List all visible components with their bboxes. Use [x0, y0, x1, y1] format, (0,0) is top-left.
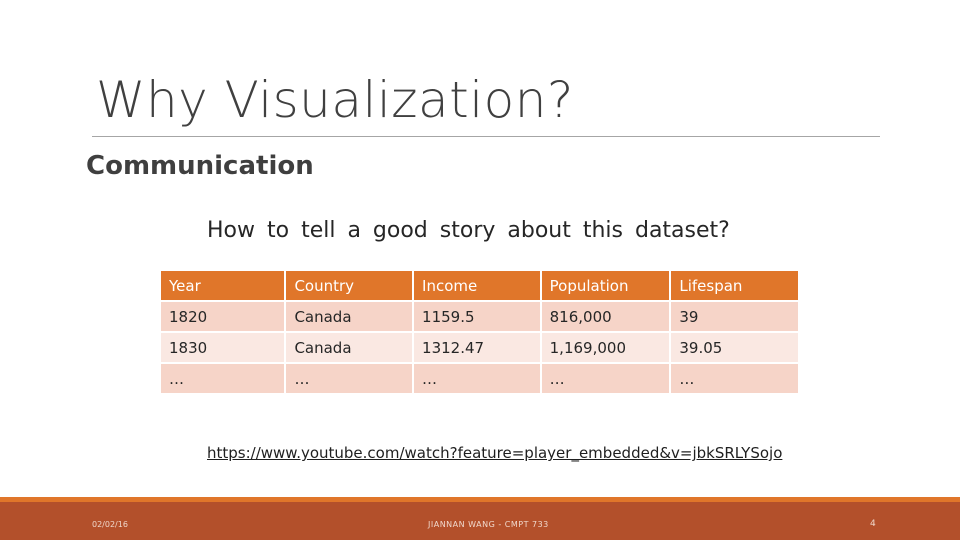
footer-author: JIANNAN WANG - CMPT 733	[428, 520, 549, 529]
youtube-link[interactable]: https://www.youtube.com/watch?feature=pl…	[207, 444, 782, 462]
table-cell: 1159.5	[412, 300, 542, 333]
slide-title: Why Visualization?	[96, 71, 574, 129]
table-header-row: Year Country Income Population Lifespan	[158, 269, 800, 302]
table-cell: 1820	[158, 300, 287, 333]
slide-subtitle: Communication	[86, 151, 314, 181]
table-cell: 1312.47	[412, 331, 542, 364]
table-cell: …	[158, 362, 287, 395]
header-year: Year	[158, 269, 287, 302]
table-row: … … … … …	[158, 362, 800, 395]
question-text: How to tell a good story about this data…	[207, 218, 730, 243]
page-number: 4	[870, 519, 876, 529]
table-cell: …	[412, 362, 542, 395]
header-lifespan: Lifespan	[669, 269, 800, 302]
dataset-table: Year Country Income Population Lifespan …	[158, 269, 800, 395]
table-cell: 816,000	[539, 300, 672, 333]
table-row: 1830 Canada 1312.47 1,169,000 39.05	[158, 331, 800, 364]
header-income: Income	[412, 269, 542, 302]
title-divider	[92, 136, 880, 137]
table-cell: Canada	[284, 331, 415, 364]
table-cell: 1830	[158, 331, 287, 364]
footer-date: 02/02/16	[92, 520, 128, 529]
table-row: 1820 Canada 1159.5 816,000 39	[158, 300, 800, 333]
header-population: Population	[539, 269, 672, 302]
table-cell: …	[284, 362, 415, 395]
header-country: Country	[284, 269, 415, 302]
table-cell: 39.05	[669, 331, 800, 364]
table-cell: …	[539, 362, 672, 395]
table-cell: 1,169,000	[539, 331, 672, 364]
table-cell: Canada	[284, 300, 415, 333]
table-cell: …	[669, 362, 800, 395]
table-cell: 39	[669, 300, 800, 333]
